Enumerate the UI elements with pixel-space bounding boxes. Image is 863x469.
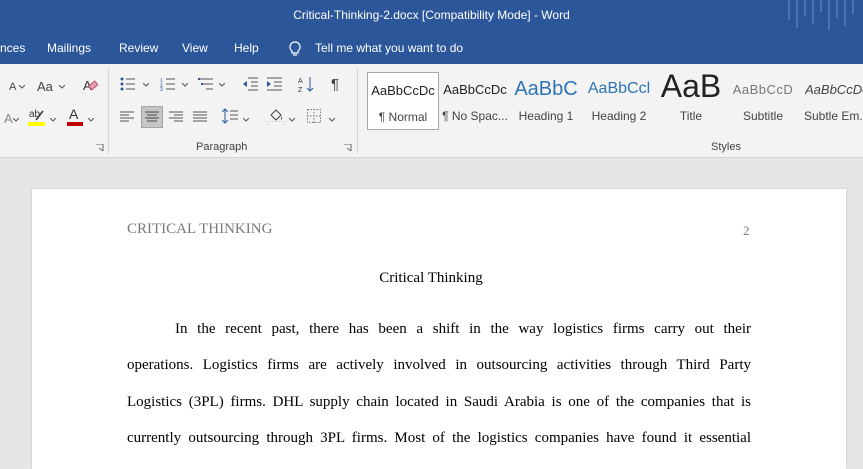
sort-icon[interactable]: AZ (298, 76, 314, 93)
style-normal[interactable]: AaBbCcDc ¶ Normal (367, 72, 439, 130)
svg-text:A: A (69, 106, 79, 122)
chevron-down-icon (88, 118, 94, 122)
chevron-down-icon (329, 118, 335, 122)
style-preview: AaB (660, 68, 722, 104)
tab-review[interactable]: Review (119, 41, 158, 55)
numbering-icon[interactable]: 123 (160, 77, 176, 91)
font-dialog-launcher-icon[interactable] (96, 144, 104, 152)
change-case-button[interactable]: Aa (37, 79, 53, 94)
shading-icon[interactable] (267, 107, 285, 125)
style-name: Heading 1 (518, 109, 574, 123)
justify-icon[interactable] (193, 111, 207, 123)
body-line: In the recent past, there has been a shi… (175, 321, 751, 337)
align-left-icon[interactable] (120, 111, 134, 123)
body-line: operations. Logistics firms are actively… (127, 357, 751, 373)
show-formatting-marks-icon[interactable]: ¶ (331, 76, 339, 93)
bullets-icon[interactable] (120, 77, 136, 91)
tab-mailings[interactable]: Mailings (47, 41, 91, 55)
svg-text:A: A (4, 111, 13, 125)
chevron-down-icon (289, 118, 295, 122)
increase-indent-icon[interactable] (266, 77, 283, 91)
svg-text:ab: ab (29, 109, 41, 120)
tab-view[interactable]: View (182, 41, 208, 55)
shrink-font-button[interactable]: A (9, 81, 16, 93)
svg-text:3: 3 (160, 87, 163, 91)
lightbulb-icon (289, 41, 301, 56)
paragraph-dialog-launcher-icon[interactable] (344, 144, 352, 152)
chevron-down-icon (143, 83, 149, 87)
title-bar: Critical-Thinking-2.docx [Compatibility … (0, 0, 863, 33)
group-separator (357, 68, 358, 154)
paragraph-group-label: Paragraph (196, 141, 248, 153)
document-page[interactable]: CRITICAL THINKING 2 Critical Thinking In… (32, 189, 846, 469)
chevron-down-icon (19, 85, 25, 89)
borders-icon[interactable] (307, 109, 321, 123)
title-bar-pattern (788, 0, 854, 30)
body-line: Logistics (3PL) firms. DHL supply chain … (127, 394, 751, 410)
style-name: Title (679, 109, 703, 123)
svg-text:A: A (298, 78, 303, 85)
svg-text:Z: Z (298, 87, 303, 93)
align-center-button[interactable] (141, 106, 163, 128)
style-name: Subtitle (742, 109, 784, 123)
running-header: CRITICAL THINKING (127, 221, 273, 237)
page-number: 2 (743, 223, 750, 238)
highlight-icon[interactable]: ab (27, 106, 47, 126)
chevron-down-icon (13, 118, 19, 122)
align-right-icon[interactable] (169, 111, 183, 123)
chevron-down-icon (50, 118, 56, 122)
chevron-down-icon (243, 118, 249, 122)
multilevel-list-icon[interactable] (198, 77, 214, 91)
style-preview: AaBbCcDc (443, 82, 507, 97)
align-center-icon (145, 111, 159, 122)
body-line: currently outsourcing through 3PL firms.… (127, 430, 751, 446)
style-preview: AaBbC (514, 78, 578, 100)
document-title: Critical Thinking (379, 270, 483, 286)
style-subtle-emphasis[interactable]: AaBbCcDc Subtle Em... (800, 72, 863, 128)
style-preview: AaBbCcDc (371, 83, 435, 98)
style-preview: AaBbCcD (732, 82, 794, 97)
line-spacing-icon[interactable] (222, 108, 238, 124)
ribbon-tabs: nces Mailings Review View Help Tell me w… (0, 33, 863, 64)
chevron-down-icon (59, 85, 65, 89)
style-name: Heading 2 (591, 109, 647, 123)
chevron-down-icon (182, 83, 188, 87)
style-name: Subtle Em... (804, 109, 863, 123)
style-heading-1[interactable]: AaBbC Heading 1 (511, 72, 581, 128)
style-subtitle[interactable]: AaBbCcD Subtitle (728, 72, 798, 128)
tab-help[interactable]: Help (234, 41, 259, 55)
window-title: Critical-Thinking-2.docx [Compatibility … (293, 8, 570, 22)
ribbon: A Aa A A ab A 123 AZ ¶ Paragraph AaBbCcD… (0, 64, 863, 158)
styles-group-label: Styles (711, 141, 741, 153)
style-name: ¶ No Spac... (442, 109, 508, 123)
tell-me-label: Tell me what you want to do (315, 41, 464, 55)
style-title[interactable]: AaB Title (656, 68, 726, 128)
style-name: ¶ Normal (378, 110, 428, 124)
style-preview: AaBbCcl (587, 80, 651, 97)
group-separator (108, 68, 109, 154)
style-no-spacing[interactable]: AaBbCcDc ¶ No Spac... (440, 72, 510, 128)
style-heading-2[interactable]: AaBbCcl Heading 2 (584, 72, 654, 128)
chevron-down-icon (219, 83, 225, 87)
clear-formatting-icon[interactable]: A (82, 77, 98, 93)
font-color-icon[interactable]: A (66, 106, 84, 126)
decrease-indent-icon[interactable] (242, 77, 259, 91)
style-preview: AaBbCcDc (805, 82, 863, 97)
tab-references[interactable]: nces (0, 41, 25, 55)
